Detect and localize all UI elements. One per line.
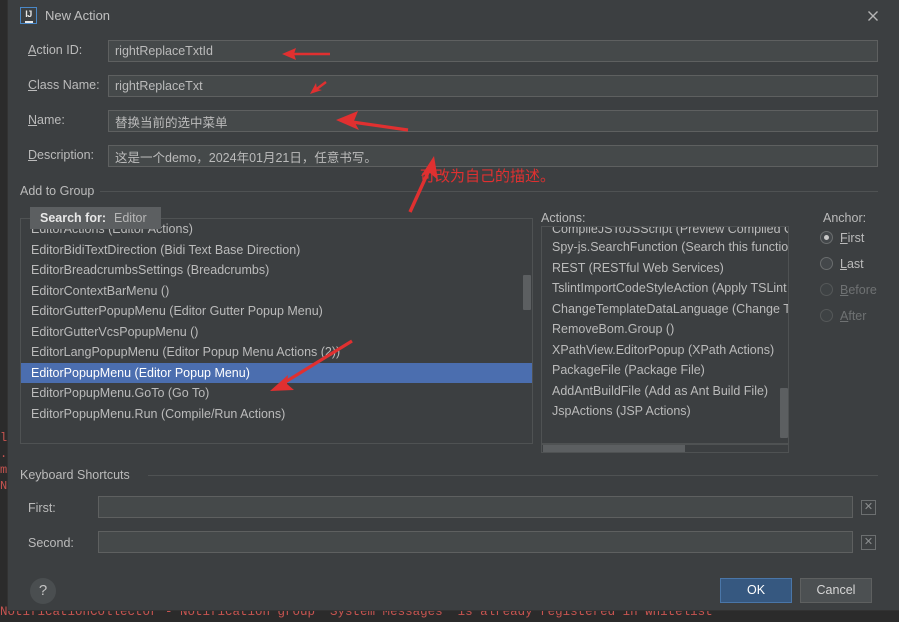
shortcut-first-clear-x-icon[interactable]: ✕ xyxy=(861,500,876,515)
group-list-item[interactable]: EditorContextBarMenu () xyxy=(21,281,532,302)
shortcut-first-input[interactable] xyxy=(98,496,853,518)
mnemonic-char: L xyxy=(840,257,847,271)
search-for-popup: Search for: Editor xyxy=(30,207,161,229)
group-list[interactable]: EditorActions (Editor Actions) EditorBidi… xyxy=(20,218,533,444)
group-list-item[interactable]: EditorBidiTextDirection (Bidi Text Base … xyxy=(21,240,532,261)
group-list-item[interactable]: EditorGutterVcsPopupMenu () xyxy=(21,322,532,343)
radio-mark-icon xyxy=(820,309,833,322)
actions-list-vscrollbar-thumb[interactable] xyxy=(780,388,788,438)
search-for-label: Search for: xyxy=(40,211,106,225)
radio-mark-icon xyxy=(820,283,833,296)
anchor-radio-first[interactable]: First xyxy=(820,231,864,251)
keyboard-shortcuts-title: Keyboard Shortcuts xyxy=(20,468,136,482)
class-name-input[interactable] xyxy=(108,75,878,97)
actions-list[interactable]: CompileJSToJSScript (Preview Compiled Co… xyxy=(541,226,789,444)
name-label: Name: xyxy=(28,113,65,127)
anchor-radio-label: Before xyxy=(840,283,877,297)
actions-list-item[interactable]: PackageFile (Package File) xyxy=(542,360,788,381)
action-id-input[interactable] xyxy=(108,40,878,62)
shortcut-second-label: Second: xyxy=(28,536,74,550)
anchor-radio-label: Last xyxy=(840,257,864,271)
action-id-label: Action ID: xyxy=(28,43,83,57)
label-rest: efore xyxy=(848,283,877,297)
dialog-title: New Action xyxy=(45,8,111,23)
group-list-item[interactable]: EditorPopupMenu (Editor Popup Menu) xyxy=(21,362,532,383)
description-input[interactable] xyxy=(108,145,878,167)
keyboard-shortcuts-divider xyxy=(148,475,878,476)
shortcut-first-label: First: xyxy=(28,501,56,515)
anchor-radio-label: After xyxy=(840,309,866,323)
anchor-radio-last[interactable]: Last xyxy=(820,257,864,277)
group-list-item[interactable]: EditorPopupMenu.GoTo (Go To) xyxy=(21,383,532,404)
actions-list-vscrollbar[interactable] xyxy=(780,228,788,442)
list-item-clipped[interactable]: CompileJSToJSScript (Preview Compiled Co xyxy=(542,227,788,237)
group-list-item[interactable]: EditorLangPopupMenu (Editor Popup Menu A… xyxy=(21,342,532,363)
intellij-idea-icon: IJ xyxy=(20,7,37,24)
ok-button[interactable]: OK xyxy=(720,578,792,603)
actions-list-item[interactable]: AddAntBuildFile (Add as Ant Build File) xyxy=(542,381,788,402)
radio-mark-icon[interactable] xyxy=(820,231,833,244)
actions-list-hscrollbar[interactable] xyxy=(541,444,789,453)
search-for-value: Editor xyxy=(114,211,147,225)
shortcut-second-input[interactable] xyxy=(98,531,853,553)
anchor-title: Anchor: xyxy=(823,211,867,225)
new-action-dialog: IJ New Action Action ID: Class Name: Nam… xyxy=(8,0,899,610)
actions-panel-title: Actions: xyxy=(541,211,586,225)
actions-list-item[interactable]: XPathView.EditorPopup (XPath Actions) xyxy=(542,340,788,361)
annotation-description-note: 可改为自己的描述。 xyxy=(420,168,556,185)
shortcut-second-clear-x-icon[interactable]: ✕ xyxy=(861,535,876,550)
actions-list-item[interactable]: JspActions (JSP Actions) xyxy=(542,401,788,422)
label-rest: irst xyxy=(847,231,865,245)
actions-list-item[interactable]: ChangeTemplateDataLanguage (Change Te xyxy=(542,299,788,320)
anchor-radio-label: First xyxy=(840,231,864,245)
class-name-label: Class Name: xyxy=(28,78,100,92)
group-list-item[interactable]: EditorGutterPopupMenu (Editor Gutter Pop… xyxy=(21,301,532,322)
label-rest: ast xyxy=(846,257,864,271)
add-to-group-divider xyxy=(94,191,878,192)
actions-list-hscrollbar-thumb[interactable] xyxy=(543,445,685,452)
group-list-scrollbar[interactable] xyxy=(523,220,531,442)
group-list-item[interactable]: EditorPopupMenu.Run (Compile/Run Actions… xyxy=(21,404,532,425)
anchor-radio-before: Before xyxy=(820,283,877,303)
name-input[interactable] xyxy=(108,110,878,132)
mnemonic-char: F xyxy=(840,231,848,245)
actions-list-item[interactable]: REST (RESTful Web Services) xyxy=(542,258,788,279)
add-to-group-title: Add to Group xyxy=(20,184,101,198)
actions-list-item[interactable]: Spy-js.SearchFunction (Search this funct… xyxy=(542,237,788,258)
actions-list-item[interactable]: TslintImportCodeStyleAction (Apply TSLin… xyxy=(542,278,788,299)
label-rest: fter xyxy=(848,309,867,323)
description-label: Description: xyxy=(28,148,95,162)
radio-mark-icon[interactable] xyxy=(820,257,833,270)
group-list-item[interactable]: EditorBreadcrumbsSettings (Breadcrumbs) xyxy=(21,260,532,281)
group-list-scrollbar-thumb[interactable] xyxy=(523,275,531,310)
cancel-button[interactable]: Cancel xyxy=(800,578,872,603)
close-icon[interactable] xyxy=(862,5,884,27)
help-button[interactable]: ? xyxy=(30,578,56,604)
dialog-titlebar: IJ New Action xyxy=(8,0,899,32)
actions-list-item[interactable]: RemoveBom.Group () xyxy=(542,319,788,340)
anchor-radio-after: After xyxy=(820,309,866,329)
